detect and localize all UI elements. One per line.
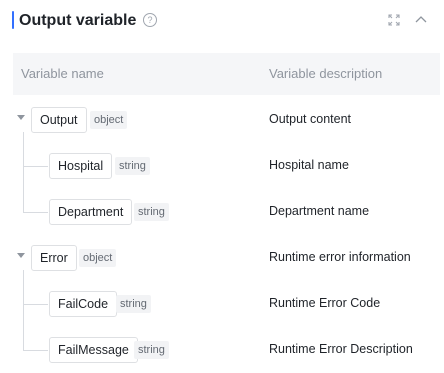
variable-name-field[interactable]: FailMessage: [49, 337, 138, 363]
variable-description: Runtime error information: [269, 250, 411, 264]
variable-name-field[interactable]: Hospital: [49, 153, 113, 179]
table-row: FailMessage string Runtime Error Descrip…: [13, 327, 440, 373]
table-row: Output object Output content: [13, 97, 440, 143]
panel-title: Output variable: [19, 12, 137, 29]
caret-down-icon[interactable]: [17, 115, 25, 120]
table-row: Department string Department name: [13, 189, 440, 235]
table-row: Hospital string Hospital name: [13, 143, 440, 189]
variable-description: Runtime Error Description: [269, 342, 413, 356]
variable-description: Hospital name: [269, 158, 349, 172]
variable-name-field[interactable]: Output: [31, 107, 87, 133]
variable-type-badge: string: [116, 295, 151, 313]
table-header: Variable name Variable description: [13, 53, 440, 95]
table-row: Error object Runtime error information: [13, 235, 440, 281]
variable-type-badge: string: [134, 203, 169, 221]
column-header-variable-description: Variable description: [269, 66, 383, 81]
title-accent-bar: [12, 11, 14, 29]
variable-name-field[interactable]: FailCode: [49, 291, 118, 317]
variable-type-badge: string: [134, 341, 169, 359]
output-variable-panel: Output variable ? Variable name Variable…: [0, 0, 444, 370]
caret-down-icon[interactable]: [17, 253, 25, 258]
variable-name-field[interactable]: Department: [49, 199, 133, 225]
table-row: FailCode string Runtime Error Code: [13, 281, 440, 327]
column-header-variable-name: Variable name: [21, 66, 104, 81]
variable-type-badge: object: [79, 249, 117, 267]
question-circle-icon[interactable]: ?: [143, 13, 157, 27]
chevron-up-icon[interactable]: [414, 13, 428, 25]
variable-description: Department name: [269, 204, 370, 218]
variable-name-field[interactable]: Error: [31, 245, 77, 271]
panel-header: Output variable ?: [12, 8, 434, 34]
variable-type-badge: string: [115, 157, 150, 175]
variable-type-badge: object: [90, 111, 128, 129]
variable-description: Runtime Error Code: [269, 296, 381, 310]
expand-icon[interactable]: [388, 14, 400, 26]
variable-description: Output content: [269, 112, 352, 126]
